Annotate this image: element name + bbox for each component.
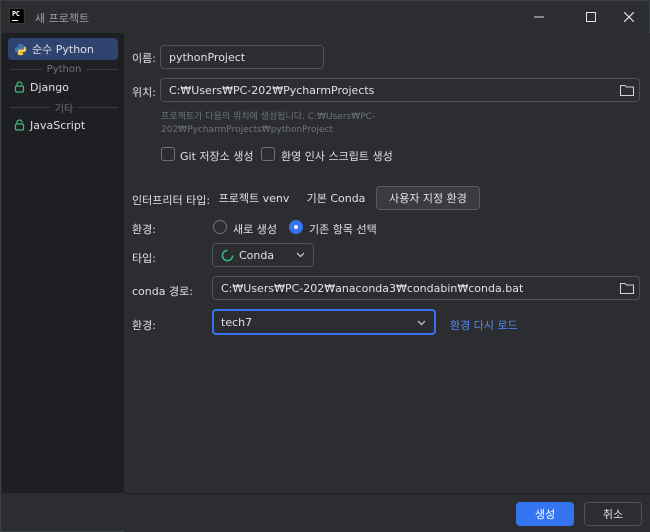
sidebar-item-pure-python[interactable]: 순수 Python xyxy=(8,38,118,60)
project-settings-panel: 이름: pythonProject 위치: C:₩Users₩PC-202₩Py… xyxy=(124,33,650,493)
name-label: 이름: xyxy=(132,52,156,65)
interpreter-type-selector: 프로젝트 venv 기본 Conda 사용자 지정 환경 xyxy=(212,186,482,210)
env-existing-label: 기존 항목 선택 xyxy=(309,223,377,236)
project-type-sidebar: 순수 Python Python Django 기타 JavaScript xyxy=(2,33,124,493)
reload-environments-link[interactable]: 환경 다시 로드 xyxy=(450,317,518,333)
cancel-button[interactable]: 취소 xyxy=(584,502,642,526)
git-repo-checkbox[interactable] xyxy=(161,147,175,161)
project-name-value: pythonProject xyxy=(169,50,246,64)
chevron-down-icon xyxy=(296,252,305,258)
sidebar-item-django[interactable]: Django xyxy=(8,76,118,98)
sidebar-item-label: Django xyxy=(30,80,69,94)
new-project-dialog: PC 새 프로젝트 순수 Python Python Django 기타 Jav… xyxy=(0,0,650,532)
maximize-icon xyxy=(586,12,596,22)
folder-icon[interactable] xyxy=(619,281,635,295)
environment-label: 환경: xyxy=(132,223,156,236)
environment-value: tech7 xyxy=(221,315,253,329)
interpreter-option-venv[interactable]: 프로젝트 venv xyxy=(212,186,296,210)
group-separator-other: 기타 xyxy=(10,101,118,115)
conda-icon xyxy=(221,249,234,261)
conda-path-input[interactable]: C:₩Users₩PC-202₩anaconda3₩condabin₩conda… xyxy=(212,276,640,300)
close-button[interactable] xyxy=(607,1,650,33)
conda-path-label: conda 경로: xyxy=(132,285,193,298)
pycharm-logo-icon: PC xyxy=(9,8,25,24)
create-button[interactable]: 생성 xyxy=(516,502,574,526)
group-label: Python xyxy=(46,63,82,75)
conda-path-value: C:₩Users₩PC-202₩anaconda3₩condabin₩conda… xyxy=(221,281,524,295)
interpreter-option-base-conda[interactable]: 기본 Conda xyxy=(296,186,376,210)
type-label: 타입: xyxy=(132,252,156,265)
python-icon xyxy=(14,43,27,55)
group-label: 기타 xyxy=(54,103,74,115)
app-icon-text: PC xyxy=(12,10,20,18)
sidebar-item-label: 순수 Python xyxy=(32,43,94,56)
interpreter-type-label: 인터프리터 타입: xyxy=(132,194,211,207)
git-repo-label: Git 저장소 생성 xyxy=(180,150,254,163)
group-separator-python: Python xyxy=(10,63,119,75)
lock-icon xyxy=(14,119,25,131)
dialog-footer: 생성 취소 xyxy=(124,493,650,532)
location-hint-line2: 202₩PycharmProjects₩pythonProject xyxy=(161,125,333,135)
minimize-icon xyxy=(534,16,544,18)
window-title: 새 프로젝트 xyxy=(35,12,90,25)
location-value: C:₩Users₩PC-202₩PycharmProjects xyxy=(169,83,375,97)
project-name-input[interactable]: pythonProject xyxy=(160,45,324,69)
env-existing-radio[interactable] xyxy=(289,220,303,234)
lock-icon xyxy=(14,81,25,93)
location-hint-line1: 프로젝트가 다음의 위치에 생성됩니다. C:₩Users₩PC- xyxy=(161,112,376,122)
title-bar: PC 새 프로젝트 xyxy=(1,1,649,33)
location-label: 위치: xyxy=(132,86,156,99)
close-icon xyxy=(624,12,634,22)
folder-icon[interactable] xyxy=(619,83,635,97)
env-new-label: 새로 생성 xyxy=(233,223,277,236)
welcome-script-checkbox[interactable] xyxy=(261,147,275,161)
type-dropdown[interactable]: Conda xyxy=(212,243,314,267)
env-new-radio[interactable] xyxy=(213,220,227,234)
interpreter-option-custom[interactable]: 사용자 지정 환경 xyxy=(376,186,480,210)
chevron-down-icon xyxy=(417,320,426,326)
environment-dropdown[interactable]: tech7 xyxy=(212,309,436,335)
welcome-script-label: 환영 인사 스크립트 생성 xyxy=(281,150,393,163)
location-input[interactable]: C:₩Users₩PC-202₩PycharmProjects xyxy=(160,78,640,102)
type-value: Conda xyxy=(239,248,275,262)
minimize-button[interactable] xyxy=(517,1,561,33)
environment-select-label: 환경: xyxy=(132,319,156,332)
sidebar-item-javascript[interactable]: JavaScript xyxy=(8,114,118,136)
sidebar-item-label: JavaScript xyxy=(30,118,86,132)
